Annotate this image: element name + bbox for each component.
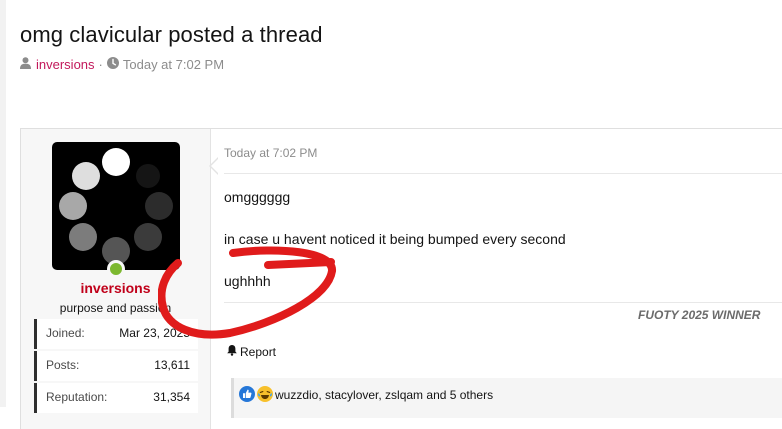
post-body-line: omgggggg	[224, 189, 291, 205]
stat-value: 31,354	[153, 390, 190, 404]
like-reaction-icon	[239, 386, 255, 407]
user-icon	[20, 57, 31, 72]
thread-title: omg clavicular posted a thread	[20, 22, 323, 47]
left-edge	[0, 0, 6, 407]
online-status-indicator	[107, 260, 125, 278]
stat-label: Reputation:	[46, 390, 108, 404]
laughing-reaction-icon	[257, 386, 273, 407]
reaction-icons	[239, 386, 273, 407]
stat-label: Joined:	[46, 326, 85, 340]
stat-label: Posts:	[46, 358, 80, 372]
thread-author-link[interactable]: inversions	[36, 57, 95, 72]
message-arrow-inner	[211, 158, 219, 174]
stat-reputation: Reputation: 31,354	[34, 383, 198, 413]
reactions-bar[interactable]: wuzzdio, stacylover, zslqam and 5 others	[231, 378, 782, 418]
red-circle-annotation	[158, 246, 336, 339]
report-button[interactable]: Report	[226, 344, 276, 359]
thread-meta: inversions · Today at 7:02 PM	[20, 57, 224, 72]
meta-separator: ·	[98, 57, 103, 72]
post-date[interactable]: Today at 7:02 PM	[224, 146, 317, 160]
reactions-summary[interactable]: wuzzdio, stacylover, zslqam and 5 others	[275, 388, 493, 402]
post: inversions purpose and passion Joined: M…	[20, 128, 782, 429]
bell-icon	[226, 344, 240, 359]
signature: FUOTY 2025 WINNER	[638, 308, 761, 322]
clock-icon	[106, 57, 119, 72]
divider	[224, 173, 782, 174]
stat-posts: Posts: 13,611	[34, 351, 198, 381]
thread-time[interactable]: Today at 7:02 PM	[123, 57, 224, 72]
report-label: Report	[240, 344, 277, 359]
stat-value: 13,611	[154, 358, 190, 372]
